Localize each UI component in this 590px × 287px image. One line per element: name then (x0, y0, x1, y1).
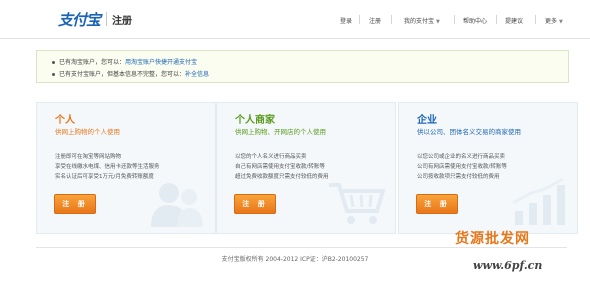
card-title: 个人商家 (235, 115, 275, 126)
nav-divider (496, 15, 497, 24)
nav-more-label: 更多 (545, 18, 558, 25)
card-desc-line: 享受在线缴水电煤、信用卡还款等生活服务 (55, 164, 160, 170)
card-personal: 个人 供网上购物的个人使用 注册即可在淘宝等网站购物 享受在线缴水电煤、信用卡还… (36, 102, 216, 234)
logo[interactable]: 支付宝 注册 (58, 9, 132, 29)
nav-divider (535, 15, 536, 24)
card-desc-line: 公司有网店需使用支付宝收款/转账等 (417, 164, 507, 170)
card-subtitle: 供网上购物、开网店的个人使用 (235, 128, 326, 136)
register-personal-button[interactable]: 注 册 (54, 194, 96, 214)
nav-divider (359, 15, 360, 24)
notice-line-complete-info: 已有支付宝账户，但基本信息不完整，您可以：补全信息 (52, 69, 209, 78)
nav-my-alipay[interactable]: 我的支付宝 ▼ (404, 16, 440, 25)
site-watermark-url: www.6pf.cn (473, 259, 543, 272)
page-title: 注册 (112, 15, 133, 27)
logo-divider (106, 12, 108, 26)
nav-my-alipay-label: 我的支付宝 (404, 18, 435, 25)
taobao-quick-open-link[interactable]: 用淘宝账户快捷开通支付宝 (125, 59, 197, 66)
nav-more[interactable]: 更多 ▼ (545, 16, 563, 25)
card-description: 注册即可在淘宝等网站购物 享受在线缴水电煤、信用卡还款等生活服务 实名认证后可享… (55, 152, 160, 182)
chevron-down-icon: ▼ (559, 19, 563, 25)
bullet-icon (52, 61, 55, 64)
card-desc-line: 注册即可在淘宝等网站购物 (55, 154, 122, 160)
card-desc-line: 公司按收款项只需支付较低的费用 (417, 174, 500, 180)
card-description: 以您的个人名义进行商品买卖 自己有网店需使用支付宝收款/转账等 超过免费收款额度… (235, 152, 329, 182)
site-watermark: 货源批发网 (455, 231, 530, 247)
card-enterprise: 企业 供以公司、团体名义交易的商家使用 以您公司或企业的名义进行商品买卖 公司有… (398, 102, 578, 234)
nav-divider (454, 15, 455, 24)
people-icon (151, 183, 203, 227)
card-subtitle: 供以公司、团体名义交易的商家使用 (417, 128, 521, 136)
alipay-logo: 支付宝 (58, 10, 101, 29)
bullet-icon (52, 73, 55, 76)
nav-login[interactable]: 登录 (340, 16, 352, 25)
growth-chart-icon (512, 177, 565, 225)
register-enterprise-button[interactable]: 注 册 (416, 194, 458, 214)
notice-box: 已有淘宝账户，您可以：用淘宝账户快捷开通支付宝 已有支付宝账户，但基本信息不完整… (36, 50, 569, 83)
top-bar: 支付宝 注册 登录 注册 我的支付宝 ▼ 帮助中心 提建议 更多 ▼ (0, 0, 590, 39)
card-title: 个人 (55, 115, 75, 126)
card-desc-line: 实名认证后可享受1万元/月免费转账额度 (55, 174, 154, 180)
card-desc-line: 以您的个人名义进行商品买卖 (235, 154, 307, 160)
nav-divider (391, 15, 392, 24)
card-desc-line: 自己有网店需使用支付宝收款/转账等 (235, 164, 325, 170)
card-title: 企业 (417, 115, 437, 126)
nav-help-center[interactable]: 帮助中心 (463, 16, 487, 25)
complete-info-link[interactable]: 补全信息 (185, 71, 209, 78)
card-description: 以您公司或企业的名义进行商品买卖 公司有网店需使用支付宝收款/转账等 公司按收款… (417, 152, 507, 182)
notice-text: 已有支付宝账户，但基本信息不完整，您可以： (59, 71, 186, 78)
notice-text: 已有淘宝账户，您可以： (59, 59, 126, 66)
card-desc-line: 超过免费收款额度只需支付较低的费用 (235, 174, 329, 180)
nav-register[interactable]: 注册 (369, 16, 381, 25)
chevron-down-icon: ▼ (436, 19, 440, 25)
register-merchant-button[interactable]: 注 册 (234, 194, 276, 214)
shopping-cart-icon (329, 183, 386, 224)
card-personal-merchant: 个人商家 供网上购物、开网店的个人使用 以您的个人名义进行商品买卖 自己有网店需… (216, 102, 396, 234)
notice-line-taobao: 已有淘宝账户，您可以：用淘宝账户快捷开通支付宝 (52, 57, 197, 66)
card-subtitle: 供网上购物的个人使用 (55, 128, 120, 136)
nav-feedback[interactable]: 提建议 (505, 16, 523, 25)
card-desc-line: 以您公司或企业的名义进行商品买卖 (417, 154, 506, 160)
